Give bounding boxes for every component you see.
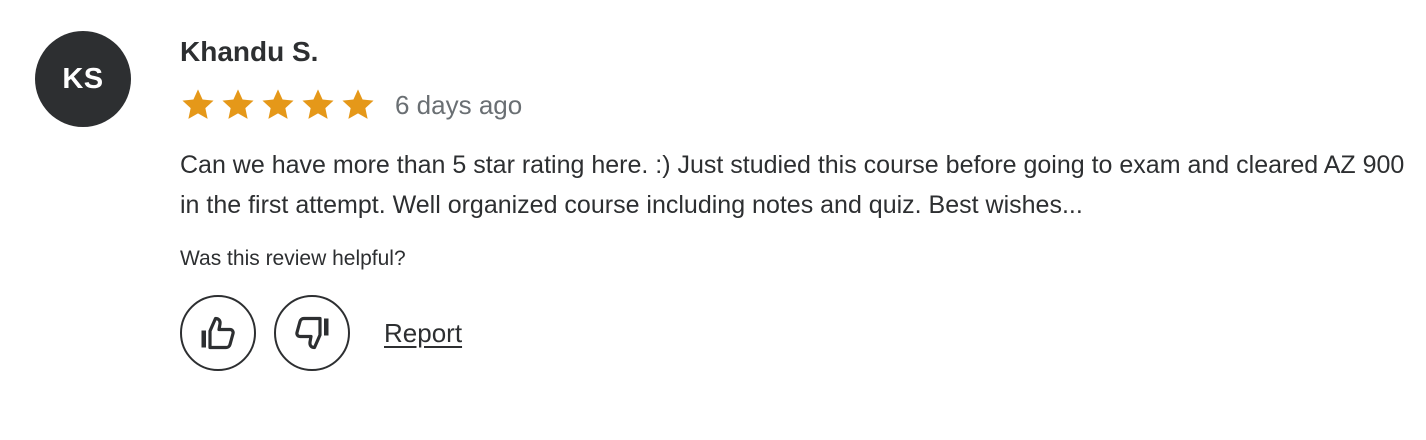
star-rating: [180, 87, 376, 123]
review-card: KS Khandu S. 6 days ago Can we have more…: [0, 0, 1426, 440]
review-date: 6 days ago: [395, 90, 523, 120]
star-icon: [222, 89, 254, 119]
feedback-actions: Report: [180, 295, 1405, 371]
thumbs-up-button[interactable]: [180, 295, 256, 371]
rating-row: 6 days ago: [180, 79, 1405, 131]
star-icon: [182, 89, 214, 119]
star-icon: [302, 89, 334, 119]
helpful-question: Was this review helpful?: [180, 247, 406, 270]
star-icon: [262, 89, 294, 119]
thumbs-up-icon: [201, 316, 235, 350]
report-link[interactable]: Report: [384, 318, 462, 349]
reviewer-name: Khandu S.: [180, 36, 319, 67]
thumbs-down-icon: [295, 316, 329, 350]
avatar: KS: [35, 31, 131, 127]
avatar-initials: KS: [62, 62, 104, 95]
thumbs-down-button[interactable]: [274, 295, 350, 371]
review-text: Can we have more than 5 star rating here…: [180, 151, 1405, 219]
review-content: Khandu S. 6 days ago Can we have more th…: [180, 30, 1405, 371]
star-icon: [342, 89, 374, 119]
